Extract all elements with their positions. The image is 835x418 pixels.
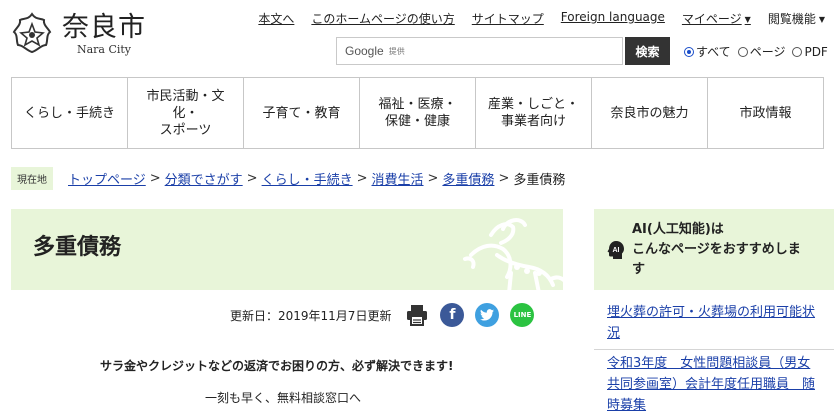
page-title: 多重債務 (33, 235, 122, 260)
search-button[interactable]: 検索 (625, 37, 670, 65)
breadcrumb-separator: > (427, 171, 439, 186)
caret-down-icon: ▼ (818, 15, 825, 24)
radio-pdf[interactable]: PDF (792, 44, 828, 59)
deer-illustration (463, 218, 563, 290)
breadcrumb-separator: > (356, 171, 368, 186)
foreign-language-link[interactable]: Foreign language (561, 10, 665, 27)
gnav-nara-charm[interactable]: 奈良市の魅力 (591, 78, 707, 148)
breadcrumb-link-top[interactable]: トップページ (68, 169, 146, 188)
google-logo: Google (345, 44, 384, 58)
mypage-link[interactable]: マイページ ▼ (682, 10, 751, 27)
gnav-childcare-education[interactable]: 子育て・教育 (243, 78, 359, 148)
breadcrumb-link-category[interactable]: 分類でさがす (165, 169, 243, 188)
gnav-welfare-health[interactable]: 福祉・医療・ 保健・健康 (359, 78, 475, 148)
ai-head-icon: AI (607, 240, 624, 259)
radio-page-label: ページ (749, 45, 786, 59)
radio-all[interactable]: すべて (684, 43, 731, 60)
gnav-label: 福祉・医療・ 保健・健康 (378, 97, 457, 129)
gnav-label: 産業・しごと・ 事業者向け (487, 97, 579, 129)
breadcrumb-separator: > (498, 171, 510, 186)
radio-all-label: すべて (696, 45, 731, 59)
breadcrumb-separator: > (149, 171, 161, 186)
gnav-living[interactable]: くらし・手続き (12, 78, 127, 148)
logo-subtitle: Nara City (76, 42, 132, 56)
how-to-use-link[interactable]: このホームページの使い方 (311, 10, 454, 27)
facebook-icon[interactable]: f (440, 303, 465, 327)
sitemap-link[interactable]: サイトマップ (472, 10, 544, 27)
gnav-label: 市民活動・文 化・ スポーツ (146, 88, 225, 138)
breadcrumb-label: 現在地 (11, 167, 53, 190)
radio-circle (737, 47, 748, 57)
ai-recommend-list: 埋火葬の許可・火葬場の利用可能状 況 令和3年度 女性問題相談員（男女 共同参画… (594, 299, 834, 418)
breadcrumb-current: 多重債務 (513, 173, 566, 188)
ai-icon-text: AI (613, 247, 620, 254)
radio-page[interactable]: ページ (737, 43, 786, 60)
gnav-city-info[interactable]: 市政情報 (707, 78, 823, 148)
logo-title: 奈良市 (62, 11, 146, 43)
gnav-label: 市政情報 (739, 105, 792, 121)
breadcrumb-link-debt[interactable]: 多重債務 (442, 169, 494, 188)
utility-nav: 本文へ このホームページの使い方 サイトマップ Foreign language… (241, 10, 825, 27)
gnav-label: 子育て・教育 (262, 105, 341, 121)
google-provided-label: 提供 (388, 46, 405, 56)
ai-recommend-header: AI AI(人工知能)は こんなページをおすすめしま す (594, 209, 834, 290)
ai-recommend-item[interactable]: 令和3年度 女性問題相談員（男女 共同参画室）会計年度任用職員 随 時募集 (594, 350, 834, 418)
gnav-label: 奈良市の魅力 (610, 105, 689, 121)
breadcrumb: 現在地 トップページ > 分類でさがす > くらし・手続き > 消費生活 > 多… (11, 167, 565, 190)
search-scope-radios: すべて ページ PDF (684, 43, 835, 60)
body-text: 一刻も早く、無料相談窓口へ (205, 391, 362, 405)
caret-down-icon: ▼ (744, 15, 751, 24)
gnav-industry-business[interactable]: 産業・しごと・ 事業者向け (475, 78, 591, 148)
page-meta-row: 更新日：2019年11月7日更新 f LINE (230, 303, 535, 327)
breadcrumb-link-consumer[interactable]: 消費生活 (372, 169, 424, 188)
updated-date: 更新日：2019年11月7日更新 (230, 308, 392, 323)
ai-panel-title: AI(人工知能)は こんなページをおすすめしま す (632, 221, 801, 277)
radio-pdf-label: PDF (804, 44, 828, 59)
print-icon[interactable] (405, 303, 429, 327)
breadcrumb-separator: > (246, 171, 258, 186)
gnav-civic-culture-sports[interactable]: 市民活動・文 化・ スポーツ (127, 78, 243, 148)
line-icon[interactable]: LINE (510, 303, 535, 327)
search-input[interactable]: Google 提供 (336, 37, 623, 65)
radio-circle (792, 46, 803, 57)
twitter-bird-icon (480, 309, 495, 321)
twitter-icon[interactable] (475, 303, 500, 327)
view-function-menu[interactable]: 閲覧機能 ▼ (768, 10, 825, 27)
page-title-box: 多重債務 (11, 209, 563, 290)
skip-to-content-link[interactable]: 本文へ (258, 10, 294, 27)
body-heading: サラ金やクレジットなどの返済でお困りの方、必ず解決できます! (100, 359, 454, 373)
radio-circle (684, 47, 694, 57)
site-logo[interactable]: 奈良市 Nara City (10, 12, 146, 56)
gnav-label: くらし・手続き (23, 105, 115, 121)
breadcrumb-link-living[interactable]: くらし・手続き (262, 169, 353, 188)
global-nav: くらし・手続き 市民活動・文 化・ スポーツ 子育て・教育 福祉・医療・ 保健・… (11, 77, 824, 149)
ai-recommend-item[interactable]: 埋火葬の許可・火葬場の利用可能状 況 (594, 299, 834, 350)
mypage-label: マイページ (681, 12, 742, 26)
nara-emblem-icon (12, 12, 52, 54)
view-function-label: 閲覧機能 (767, 12, 816, 26)
